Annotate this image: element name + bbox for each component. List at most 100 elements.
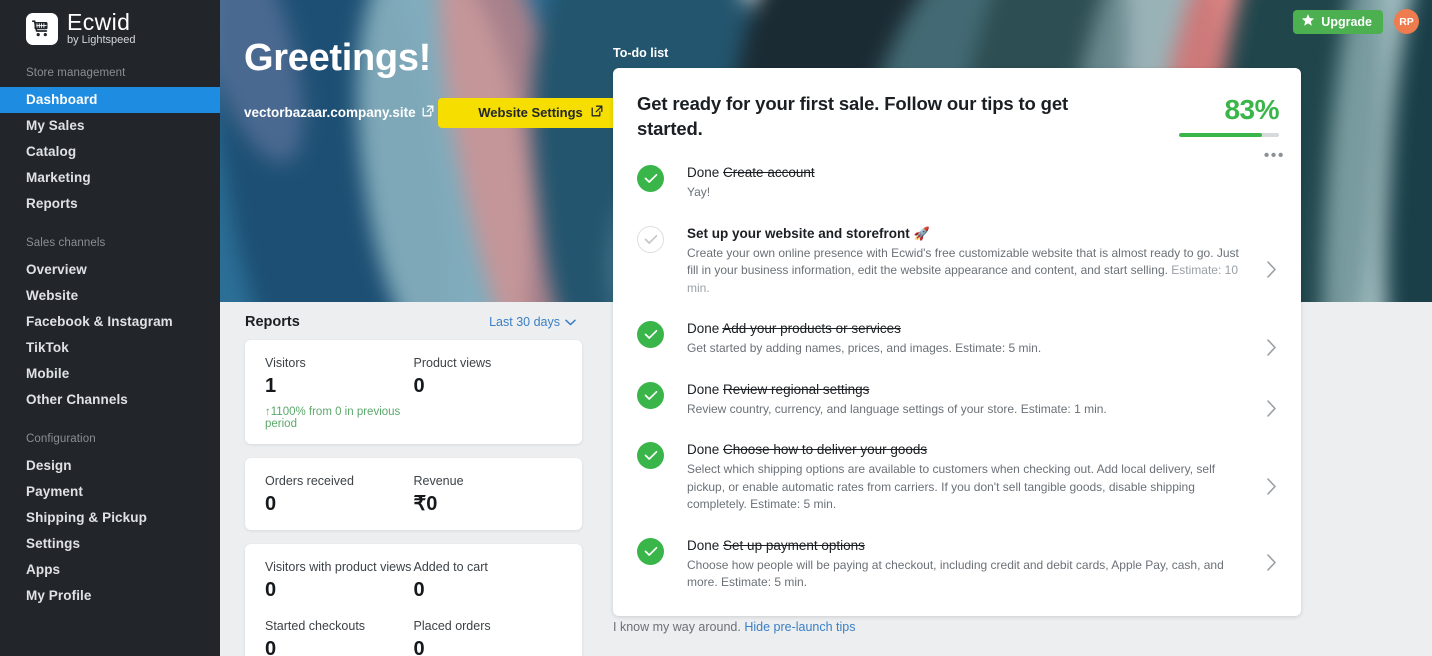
- todo-item-status: Done: [687, 381, 720, 397]
- store-site-link[interactable]: vectorbazaar.company.site: [244, 105, 434, 120]
- todo-item-status: Done: [687, 442, 720, 458]
- sidebar-item-shipping-pickup[interactable]: Shipping & Pickup: [0, 505, 220, 531]
- sidebar-item-reports[interactable]: Reports: [0, 191, 220, 217]
- todo-item-body: Done Review regional settings Review coun…: [687, 381, 1279, 419]
- chevron-down-icon: [565, 315, 576, 329]
- metric-value: ₹0: [413, 493, 438, 515]
- sidebar-item-settings[interactable]: Settings: [0, 531, 220, 557]
- todo-section-label: To-do list: [613, 46, 669, 60]
- sidebar-item-overview[interactable]: Overview: [0, 257, 220, 283]
- chevron-right-icon[interactable]: [1266, 261, 1277, 284]
- todo-item-body: Set up your website and storefront 🚀 Crea…: [687, 225, 1279, 298]
- sidebar-item-design[interactable]: Design: [0, 453, 220, 479]
- metric-label: Added to cart: [413, 560, 488, 574]
- progress-bar-track: [1179, 133, 1279, 137]
- todo-card-title: Get ready for your first sale. Follow ou…: [637, 93, 1068, 139]
- metric: Visitors with product views 0: [265, 560, 414, 602]
- metric-label: Started checkouts: [265, 619, 366, 633]
- sidebar-item-my-sales[interactable]: My Sales: [0, 113, 220, 139]
- todo-item-description: Review country, currency, and language s…: [687, 401, 1107, 416]
- todo-item-name: Add your products or services: [722, 321, 901, 337]
- chevron-right-icon[interactable]: [1266, 477, 1277, 500]
- metric-value: 0: [413, 579, 425, 601]
- metric-label: Revenue: [413, 474, 464, 488]
- reports-header: Reports Last 30 days: [232, 302, 590, 340]
- check-done-icon[interactable]: [637, 537, 664, 565]
- metric-row: Visitors 1 ↑1100% from 0 in previous perio…: [265, 356, 562, 430]
- sidebar-item-apps[interactable]: Apps: [0, 557, 220, 583]
- metric-delta: ↑1100% from 0 in previous period: [265, 406, 401, 430]
- sidebar-item-facebook-instagram[interactable]: Facebook & Instagram: [0, 309, 220, 335]
- sidebar-item-tiktok[interactable]: TikTok: [0, 335, 220, 361]
- todo-item-body: Done Create account Yay!: [687, 164, 1279, 202]
- chevron-right-icon[interactable]: [1266, 399, 1277, 422]
- hide-tips-link[interactable]: Hide pre-launch tips: [744, 620, 855, 634]
- chevron-right-icon[interactable]: [1266, 554, 1277, 577]
- reports-panel: Reports Last 30 days Visitors 1 ↑1100% fro…: [232, 302, 590, 656]
- brand-tagline: by Lightspeed: [67, 34, 136, 46]
- sidebar-item-other-channels[interactable]: Other Channels: [0, 387, 220, 413]
- reports-period-label: Last 30 days: [489, 315, 560, 329]
- top-right-actions: Upgrade RP: [1293, 9, 1419, 34]
- todo-item[interactable]: Done Review regional settings Review coun…: [637, 381, 1279, 442]
- metric-label: Product views: [413, 356, 492, 370]
- metric-value: 0: [265, 493, 277, 515]
- todo-progress: 83%: [1179, 92, 1280, 137]
- metric-row: Orders received 0 Revenue ₹0: [265, 474, 562, 516]
- check-pending-icon[interactable]: [637, 225, 664, 253]
- todo-item-description: Choose how people will be paying at chec…: [687, 557, 1224, 590]
- star-icon: [1301, 13, 1315, 30]
- todo-item-description: Select which shipping options are availa…: [687, 462, 1216, 512]
- upgrade-button[interactable]: Upgrade: [1293, 9, 1383, 34]
- todo-item[interactable]: Done Choose how to deliver your goods Sel…: [637, 441, 1279, 537]
- website-settings-label: Website Settings: [478, 105, 583, 121]
- todo-item[interactable]: Set up your website and storefront 🚀 Crea…: [637, 225, 1279, 321]
- metric-value: 0: [265, 638, 277, 656]
- todo-item-description: Yay!: [687, 185, 711, 200]
- check-done-icon[interactable]: [637, 442, 664, 470]
- metric-value: 0: [413, 375, 425, 397]
- todo-item-name: Choose how to deliver your goods: [723, 442, 928, 458]
- ellipsis-icon[interactable]: •••: [1264, 148, 1285, 164]
- sidebar-section-title: Store management: [26, 67, 126, 79]
- metric-value: 0: [413, 638, 425, 656]
- metric: Orders received 0: [265, 474, 414, 516]
- metric: Added to cart 0: [414, 560, 563, 602]
- sidebar-item-dashboard[interactable]: Dashboard: [0, 87, 220, 113]
- todo-footer-text: I know my way around.: [613, 620, 741, 634]
- report-cards: Visitors 1 ↑1100% from 0 in previous perio…: [232, 340, 590, 656]
- metric-value: 1: [265, 375, 277, 397]
- todo-item-estimate: Estimate: 10 min.: [687, 263, 1238, 295]
- metric: Placed orders 0: [414, 619, 563, 656]
- brand-logo[interactable]: Ecwid by Lightspeed: [0, 0, 220, 46]
- sidebar-item-catalog[interactable]: Catalog: [0, 139, 220, 165]
- sidebar-nav: Store management Dashboard My Sales Catalog…: [0, 67, 220, 609]
- todo-item-description: Create your own online presence with Ecw…: [687, 245, 1239, 295]
- sidebar-item-website[interactable]: Website: [0, 283, 220, 309]
- progress-percent: 83%: [1224, 94, 1279, 125]
- todo-item-name: Set up payment options: [723, 537, 865, 553]
- todo-item[interactable]: Done Set up payment options Choose how pe…: [637, 537, 1279, 594]
- metric-row: Started checkouts 0 Placed orders 0: [265, 619, 562, 656]
- sidebar-item-my-profile[interactable]: My Profile: [0, 583, 220, 609]
- progress-bar-fill: [1179, 133, 1262, 137]
- todo-item-title: Done Choose how to deliver your goods: [687, 441, 1241, 458]
- check-done-icon[interactable]: [637, 381, 664, 409]
- store-site-url: vectorbazaar.company.site: [244, 105, 416, 121]
- avatar[interactable]: RP: [1394, 9, 1419, 34]
- metric: Visitors 1 ↑1100% from 0 in previous perio…: [265, 356, 414, 430]
- metric: Revenue ₹0: [414, 474, 563, 516]
- todo-item-title: Done Create account: [687, 164, 1241, 181]
- sidebar-item-mobile[interactable]: Mobile: [0, 361, 220, 387]
- todo-item[interactable]: Done Add your products or services Get st…: [637, 320, 1279, 381]
- check-done-icon[interactable]: [637, 165, 664, 193]
- report-card: Visitors 1 ↑1100% from 0 in previous perio…: [245, 340, 582, 444]
- chevron-right-icon[interactable]: [1266, 339, 1277, 362]
- sidebar: Ecwid by Lightspeed Store management Dash…: [0, 0, 220, 656]
- check-done-icon[interactable]: [637, 321, 664, 349]
- sidebar-item-payment[interactable]: Payment: [0, 479, 220, 505]
- todo-item[interactable]: Done Create account Yay!: [637, 164, 1279, 225]
- reports-period-selector[interactable]: Last 30 days: [489, 315, 576, 329]
- sidebar-item-marketing[interactable]: Marketing: [0, 165, 220, 191]
- todo-item-title: Done Add your products or services: [687, 320, 1241, 337]
